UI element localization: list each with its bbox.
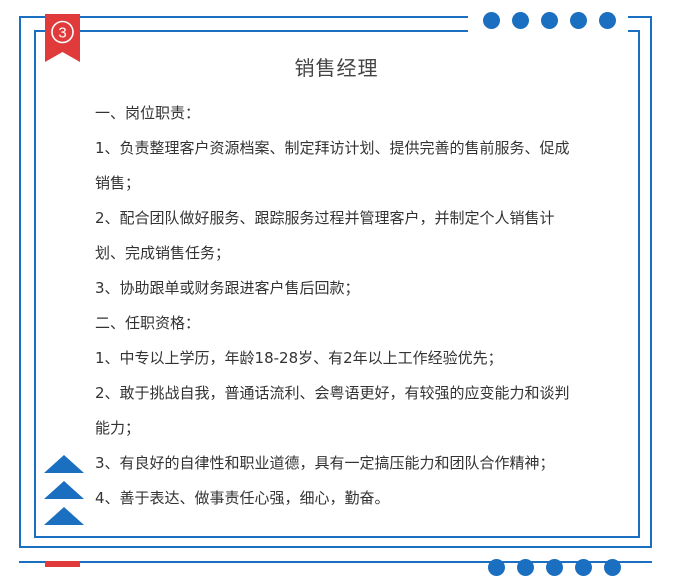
dot-icon (483, 12, 500, 29)
text-line: 销售； (95, 174, 141, 192)
text-line: 1、中专以上学历，年龄18-28岁、有2年以上工作经验优先； (95, 349, 503, 367)
text-line: 能力； (95, 419, 141, 437)
text-line: 2、敢于挑战自我，普通话流利、会粤语更好，有较强的应变能力和谈判 (95, 384, 570, 402)
badge-number: 3 (58, 25, 66, 42)
next-card-badge-icon (45, 561, 80, 567)
text-line: 一、岗位职责： (95, 104, 201, 122)
text-line: 3、有良好的自律性和职业道德，具有一定搞压能力和团队合作精神； (95, 454, 555, 472)
dot-icon (546, 559, 563, 576)
dot-icon (541, 12, 558, 29)
dot-icon (570, 12, 587, 29)
job-description: 一、岗位职责： 1、负责整理客户资源档案、制定拜访计划、提供完善的售前服务、促成… (95, 96, 625, 516)
dot-icon (517, 559, 534, 576)
decorative-dots (483, 12, 616, 29)
dot-icon (512, 12, 529, 29)
up-arrow-chevrons-icon (44, 455, 84, 525)
text-line: 划、完成销售任务； (95, 244, 231, 262)
dot-icon (575, 559, 592, 576)
next-card-dots (488, 559, 621, 576)
dot-icon (604, 559, 621, 576)
text-line: 4、善于表达、做事责任心强，细心，勤奋。 (95, 489, 390, 507)
page-title: 销售经理 (294, 56, 379, 80)
dot-icon (599, 12, 616, 29)
text-line: 1、负责整理客户资源档案、制定拜访计划、提供完善的售前服务、促成 (95, 139, 570, 157)
dot-icon (488, 559, 505, 576)
text-line: 2、配合团队做好服务、跟踪服务过程并管理客户，并制定个人销售计 (95, 209, 555, 227)
text-line: 3、协助跟单或财务跟进客户售后回款； (95, 279, 360, 297)
text-line: 二、任职资格： (95, 314, 201, 332)
